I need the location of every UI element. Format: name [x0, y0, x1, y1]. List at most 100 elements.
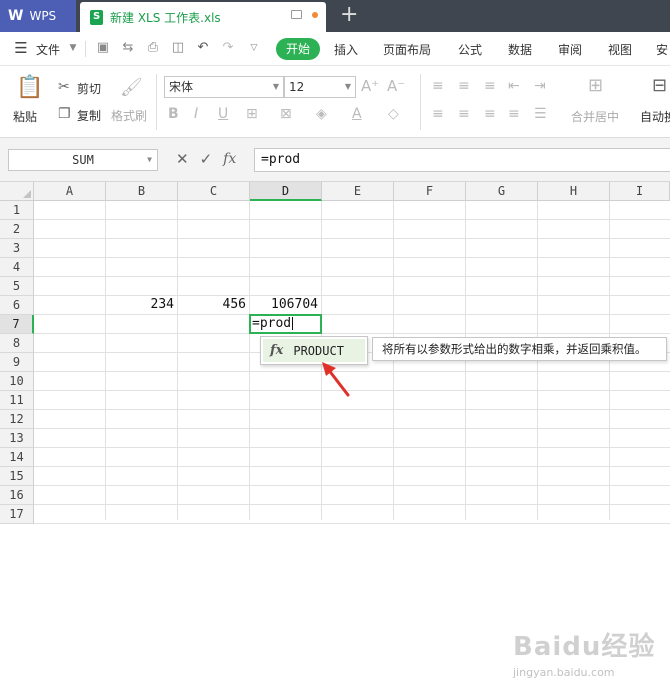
- column-header-h[interactable]: H: [538, 182, 610, 201]
- align-right-icon[interactable]: ≡: [484, 106, 496, 122]
- wps-home-tab[interactable]: W WPS: [0, 0, 76, 32]
- cell-d6[interactable]: 106704: [250, 296, 322, 314]
- share-icon[interactable]: ⇆: [121, 41, 135, 55]
- align-left-icon[interactable]: ≡: [432, 106, 444, 122]
- ribbon-toolbar: 📋 粘贴 ✂ 剪切 ❐ 复制 🖌 格式刷 宋体 ▼ 12 ▼ A⁺ A⁻ B I U…: [0, 66, 670, 138]
- select-all-corner[interactable]: [0, 182, 34, 201]
- tab-formulas[interactable]: 公式: [458, 41, 482, 58]
- print-icon[interactable]: ⎙: [146, 41, 160, 55]
- underline-icon[interactable]: U: [218, 106, 228, 122]
- new-tab-plus-icon[interactable]: +: [340, 4, 358, 26]
- column-header-b[interactable]: B: [106, 182, 178, 201]
- unsaved-dot-icon[interactable]: [312, 11, 318, 18]
- align-top-icon[interactable]: ≡: [432, 78, 444, 94]
- tab-home[interactable]: 开始: [276, 38, 320, 60]
- align-center-icon[interactable]: ≡: [458, 106, 470, 122]
- column-header-e[interactable]: E: [322, 182, 394, 201]
- document-tab-label: 新建 XLS 工作表.xls: [110, 10, 221, 25]
- row-header-17[interactable]: 17: [0, 505, 34, 524]
- autocomplete-item-product[interactable]: fx PRODUCT: [263, 339, 365, 362]
- row-header-8[interactable]: 8: [0, 334, 34, 353]
- column-header-g[interactable]: G: [466, 182, 538, 201]
- column-header-i[interactable]: I: [610, 182, 670, 201]
- decrease-font-icon[interactable]: A⁻: [387, 78, 405, 94]
- column-header-c[interactable]: C: [178, 182, 250, 201]
- bold-icon[interactable]: B: [168, 106, 179, 122]
- save-icon[interactable]: ▣: [96, 41, 110, 55]
- paste-icon[interactable]: 📋: [16, 76, 43, 100]
- tab-view[interactable]: 视图: [608, 41, 632, 58]
- decrease-indent-icon[interactable]: ⇤: [508, 78, 520, 94]
- fill-pattern-icon[interactable]: ⊠: [280, 106, 292, 122]
- insert-function-icon[interactable]: fx: [223, 150, 236, 168]
- format-painter-button[interactable]: 格式刷: [111, 107, 147, 124]
- row-header-2[interactable]: 2: [0, 220, 34, 239]
- tab-page-layout[interactable]: 页面布局: [383, 41, 431, 58]
- align-middle-icon[interactable]: ≡: [458, 78, 470, 94]
- spreadsheet-grid[interactable]: ABCDEFGHI 1 2 3 4 5 6 7 8 9 10 11 12 13 14 15 16 17 234 …: [0, 182, 670, 679]
- row-header-10[interactable]: 10: [0, 372, 34, 391]
- row-header-3[interactable]: 3: [0, 239, 34, 258]
- grid-row-line: [34, 238, 670, 239]
- autocomplete-function-name: PRODUCT: [293, 343, 344, 358]
- cancel-icon[interactable]: ✕: [176, 150, 189, 168]
- cell-c6[interactable]: 456: [178, 296, 250, 314]
- merge-center-button[interactable]: 合并居中: [571, 108, 619, 125]
- row-header-6[interactable]: 6: [0, 296, 34, 315]
- paste-button[interactable]: 粘贴: [13, 108, 37, 125]
- wrap-text-icon[interactable]: ⊟: [652, 77, 667, 95]
- font-size-select[interactable]: 12 ▼: [284, 76, 356, 98]
- row-header-9[interactable]: 9: [0, 353, 34, 372]
- cut-button[interactable]: 剪切: [77, 80, 101, 97]
- row-header-5[interactable]: 5: [0, 277, 34, 296]
- cell-b6[interactable]: 234: [106, 296, 178, 314]
- tab-review[interactable]: 审阅: [558, 41, 582, 58]
- copy-icon[interactable]: ❐: [58, 106, 71, 122]
- customize-chevron-icon[interactable]: ▽: [247, 41, 261, 55]
- print-preview-icon[interactable]: ◫: [171, 41, 185, 55]
- chevron-down-icon[interactable]: ▼: [66, 41, 80, 55]
- font-name-select[interactable]: 宋体 ▼: [164, 76, 284, 98]
- grid-row-line: [34, 257, 670, 258]
- column-header-d[interactable]: D: [250, 182, 322, 201]
- row-header-14[interactable]: 14: [0, 448, 34, 467]
- row-header-11[interactable]: 11: [0, 391, 34, 410]
- align-bottom-icon[interactable]: ≡: [484, 78, 496, 94]
- name-box[interactable]: SUM ▼: [8, 149, 158, 171]
- border-icon[interactable]: ⊞: [246, 106, 258, 122]
- italic-icon[interactable]: I: [194, 106, 198, 122]
- eraser-icon[interactable]: ◇: [388, 106, 399, 122]
- monitor-icon[interactable]: [291, 10, 302, 19]
- active-cell-d7[interactable]: =prod: [249, 314, 322, 334]
- formula-input[interactable]: =prod: [254, 148, 670, 172]
- redo-icon[interactable]: ↷: [221, 41, 235, 55]
- confirm-check-icon[interactable]: ✓: [200, 150, 213, 168]
- row-header-7[interactable]: 7: [0, 315, 34, 334]
- row-header-15[interactable]: 15: [0, 467, 34, 486]
- hamburger-menu-icon[interactable]: ☰: [14, 41, 28, 56]
- column-header-f[interactable]: F: [394, 182, 466, 201]
- document-tab[interactable]: 新建 XLS 工作表.xls: [80, 2, 326, 32]
- row-header-1[interactable]: 1: [0, 201, 34, 220]
- tab-insert[interactable]: 插入: [334, 41, 358, 58]
- distributed-icon[interactable]: ☰: [534, 106, 547, 122]
- row-header-12[interactable]: 12: [0, 410, 34, 429]
- justify-icon[interactable]: ≡: [508, 106, 520, 122]
- file-menu[interactable]: 文件: [36, 41, 60, 58]
- fill-color-icon[interactable]: ◈: [316, 106, 327, 122]
- merge-cells-icon[interactable]: ⊞: [588, 77, 603, 95]
- row-header-13[interactable]: 13: [0, 429, 34, 448]
- undo-icon[interactable]: ↶: [196, 41, 210, 55]
- font-color-icon[interactable]: A: [352, 106, 362, 122]
- format-painter-icon[interactable]: 🖌: [120, 79, 143, 97]
- wrap-text-button[interactable]: 自动换: [640, 108, 670, 125]
- copy-button[interactable]: 复制: [77, 107, 101, 124]
- column-header-a[interactable]: A: [34, 182, 106, 201]
- increase-font-icon[interactable]: A⁺: [361, 78, 379, 94]
- row-header-16[interactable]: 16: [0, 486, 34, 505]
- tab-security[interactable]: 安: [656, 41, 668, 58]
- scissors-icon[interactable]: ✂: [58, 79, 70, 95]
- tab-data[interactable]: 数据: [508, 41, 532, 58]
- increase-indent-icon[interactable]: ⇥: [534, 78, 546, 94]
- row-header-4[interactable]: 4: [0, 258, 34, 277]
